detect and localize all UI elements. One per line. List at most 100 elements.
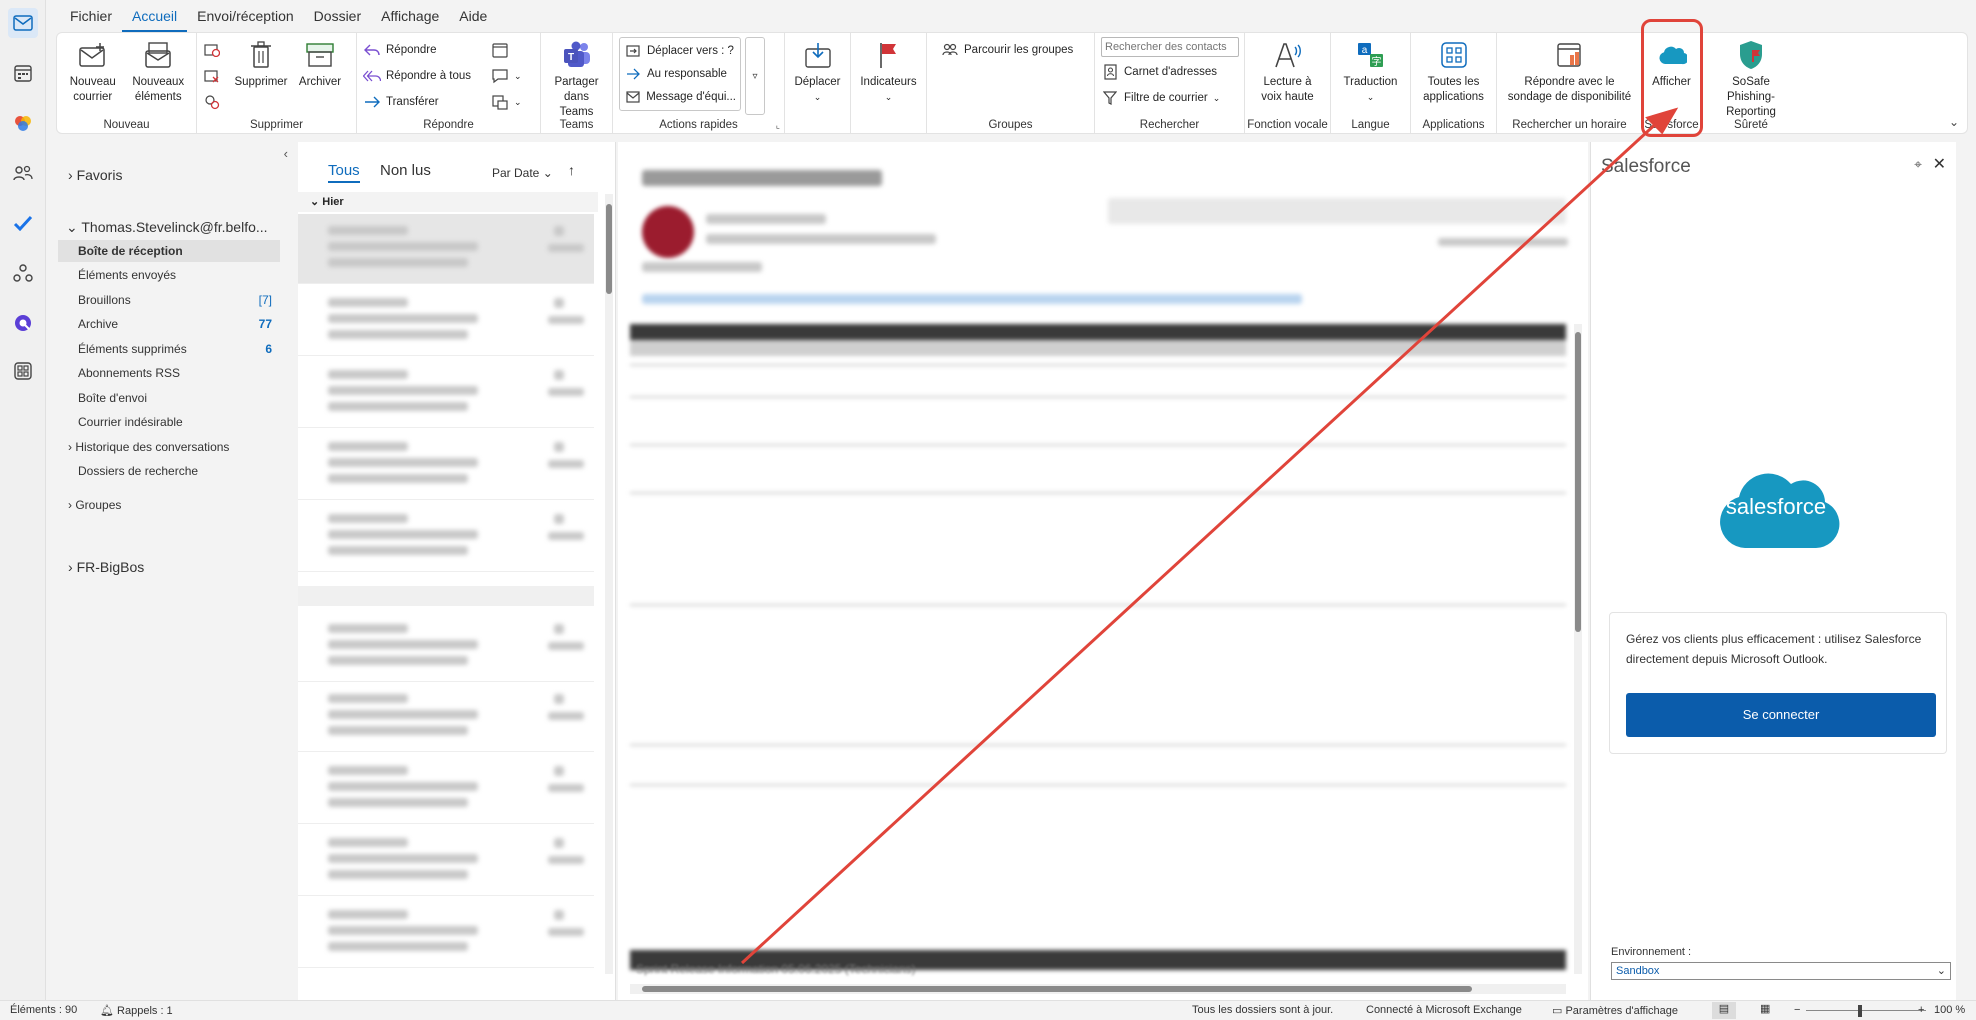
reading-view-icon[interactable]: ▦ (1760, 1002, 1770, 1015)
message-row[interactable] (298, 286, 594, 356)
connect-button[interactable]: Se connecter (1626, 693, 1936, 737)
menu-accueil[interactable]: Accueil (122, 0, 188, 32)
forward-button[interactable]: Transférer (363, 91, 487, 113)
menu-aide[interactable]: Aide (449, 0, 497, 32)
fr-bigbos-toggle[interactable]: › FR-BigBos (68, 556, 278, 578)
zoom-in-icon[interactable]: + (1918, 1004, 1924, 1016)
list-scrollbar-thumb[interactable] (606, 204, 612, 294)
groups-toggle[interactable]: › Groupes (68, 494, 278, 516)
reading-vscrollbar-thumb[interactable] (1575, 332, 1581, 632)
move-button[interactable]: Déplacer ⌄ (791, 35, 843, 107)
flags-button[interactable]: Indicateurs ⌄ (857, 35, 919, 107)
new-items-button[interactable]: Nouveaux éléments (127, 35, 190, 107)
search-contacts-input[interactable] (1101, 37, 1239, 57)
archive-button[interactable]: Archiver (293, 35, 347, 92)
delete-button[interactable]: Supprimer (233, 35, 289, 92)
group-indicateurs: Indicateurs ⌄ (851, 33, 927, 133)
sosafe-button[interactable]: SoSafe Phishing-Reporting (1707, 35, 1795, 122)
message-row[interactable] (298, 682, 594, 752)
groups-icon[interactable] (8, 258, 38, 288)
zoom-out-icon[interactable]: − (1794, 1004, 1800, 1016)
quick-steps-expand[interactable]: ▿ (745, 37, 765, 115)
more-reply-button[interactable]: ⌄ (491, 91, 525, 113)
folder-drafts-count: [7] (258, 293, 272, 307)
sort-direction-icon[interactable]: ↑ (568, 162, 575, 178)
quick-to-manager[interactable]: Au responsable (624, 63, 736, 85)
people-icon[interactable] (8, 158, 38, 188)
meeting-reply-button[interactable] (491, 39, 525, 61)
message-row[interactable] (298, 502, 594, 572)
tab-unread[interactable]: Non lus (380, 162, 431, 179)
zoom-slider-thumb[interactable] (1858, 1005, 1862, 1017)
folder-deleted[interactable]: Éléments supprimés 6 (78, 338, 282, 360)
section-header[interactable] (298, 586, 594, 606)
environment-select[interactable]: Sandbox ⌄ (1611, 962, 1951, 980)
copilot-icon[interactable] (8, 108, 38, 138)
folder-rss[interactable]: Abonnements RSS (78, 362, 288, 384)
mail-icon[interactable] (8, 8, 38, 38)
todo-icon[interactable] (8, 208, 38, 238)
reading-vscrollbar[interactable] (1574, 324, 1582, 974)
quick-team-message[interactable]: Message d'équi... (624, 86, 736, 108)
folder-history-label: Historique des conversations (75, 440, 230, 454)
display-settings-button[interactable]: ▭ Paramètres d'affichage (1552, 1004, 1678, 1017)
message-row[interactable] (298, 826, 594, 896)
message-row[interactable] (298, 214, 594, 284)
reading-hscrollbar[interactable] (630, 984, 1566, 994)
read-aloud-button[interactable]: Lecture à voix haute (1253, 35, 1323, 107)
reading-hscrollbar-thumb[interactable] (642, 986, 1472, 992)
new-mail-button[interactable]: Nouveau courrier (63, 35, 123, 107)
sort-dropdown[interactable]: Par Date ⌄ (492, 166, 553, 180)
apps-icon[interactable] (8, 356, 38, 386)
share-teams-button[interactable]: T Partager dans Teams (547, 35, 606, 122)
message-row[interactable] (298, 430, 594, 500)
message-row[interactable] (298, 754, 594, 824)
loop-icon[interactable] (8, 308, 38, 338)
message-row[interactable] (298, 612, 594, 682)
all-apps-button[interactable]: Toutes les applications (1417, 35, 1490, 107)
reply-button[interactable]: Répondre (363, 39, 487, 61)
browse-groups-button[interactable]: Parcourir les groupes (941, 39, 1073, 61)
folder-archive[interactable]: Archive 77 (78, 313, 282, 335)
reply-all-button[interactable]: Répondre à tous (363, 65, 487, 87)
normal-view-icon[interactable]: ▤ (1712, 1002, 1736, 1019)
folder-junk[interactable]: Courrier indésirable (78, 411, 288, 433)
message-row[interactable] (298, 898, 594, 968)
folder-outbox[interactable]: Boîte d'envoi (78, 387, 288, 409)
collapse-ribbon-icon[interactable]: ⌄ (1949, 115, 1959, 129)
list-scrollbar[interactable] (605, 194, 613, 974)
tab-all[interactable]: Tous (328, 162, 360, 183)
quick-move-to[interactable]: Déplacer vers : ? (624, 40, 736, 62)
reply-poll-button[interactable]: Répondre avec le sondage de disponibilit… (1503, 35, 1636, 107)
reminders-status[interactable]: 🔔︎ Rappels : 1 (100, 1004, 173, 1017)
group-label-nouveau: Nouveau (103, 119, 150, 131)
menu-affichage[interactable]: Affichage (371, 0, 449, 32)
email-links[interactable] (642, 294, 1302, 304)
translate-button[interactable]: a字 Traduction ⌄ (1341, 35, 1401, 107)
folder-sent[interactable]: Éléments envoyés (78, 264, 288, 286)
address-book-button[interactable]: Carnet d'adresses (1101, 61, 1239, 83)
folder-drafts[interactable]: Brouillons [7] (78, 289, 282, 311)
menu-fichier[interactable]: Fichier (60, 0, 122, 32)
account-toggle[interactable]: ⌄ Thomas.Stevelinck@fr.belfo... (66, 216, 298, 238)
zoom-slider[interactable] (1806, 1010, 1926, 1011)
folder-history[interactable]: › Historique des conversations (68, 436, 278, 458)
pin-icon[interactable]: ⌖ (1914, 156, 1922, 173)
collapse-pane-icon[interactable]: ‹ (284, 146, 288, 161)
folder-search[interactable]: Dossiers de recherche (78, 460, 288, 482)
section-yesterday[interactable]: ⌄ Hier (298, 192, 598, 212)
junk-button[interactable] (203, 91, 229, 113)
menu-envoi-reception[interactable]: Envoi/réception (187, 0, 304, 32)
filter-mail-button[interactable]: Filtre de courrier ⌄ (1101, 87, 1239, 109)
calendar-icon[interactable] (8, 58, 38, 88)
ignore-button[interactable] (203, 39, 229, 61)
favorites-toggle[interactable]: › Favoris (68, 164, 278, 186)
im-reply-button[interactable]: ⌄ (491, 65, 525, 87)
reply-actions-bar[interactable] (1108, 198, 1566, 224)
message-row[interactable] (298, 358, 594, 428)
clean-button[interactable] (203, 65, 229, 87)
folder-inbox[interactable]: Boîte de réception (58, 240, 280, 262)
dialog-launcher-icon[interactable]: ⌞ (776, 120, 780, 131)
close-icon[interactable]: ✕ (1933, 154, 1946, 174)
menu-dossier[interactable]: Dossier (304, 0, 371, 32)
